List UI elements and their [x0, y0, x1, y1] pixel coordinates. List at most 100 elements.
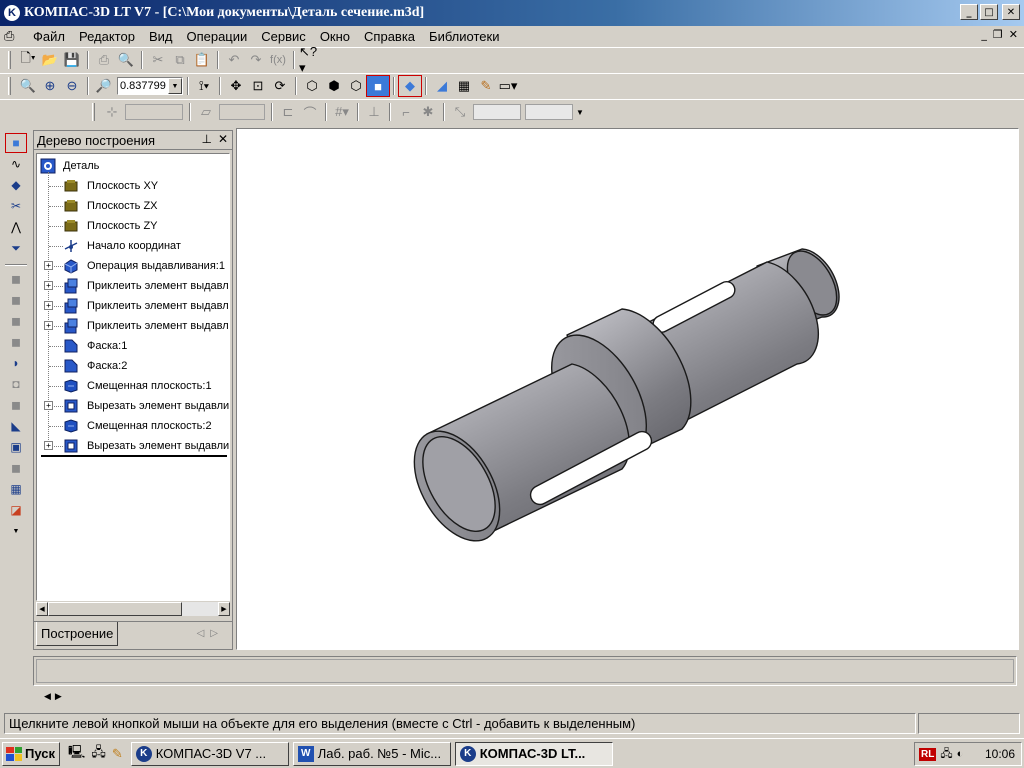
- open-folder-icon[interactable]: 📂: [39, 50, 61, 70]
- shaded-icon[interactable]: ■: [366, 75, 390, 97]
- tree-item[interactable]: + Приклеить элемент выдавл: [37, 276, 229, 296]
- zoom-in-icon[interactable]: ⊕: [39, 76, 61, 96]
- tree-item[interactable]: + Вырезать элемент выдавли: [37, 436, 229, 456]
- loft-tool-icon[interactable]: ◼: [6, 333, 26, 351]
- tree-item[interactable]: + Приклеить элемент выдавл: [37, 296, 229, 316]
- tree-item[interactable]: Смещенная плоскость:1: [37, 376, 229, 396]
- tab-build[interactable]: Построение: [36, 622, 118, 646]
- task-kompas-v7[interactable]: K КОМПАС-3D V7 ...: [130, 741, 289, 766]
- chevron-down-icon[interactable]: ▼: [575, 102, 585, 122]
- undo-icon[interactable]: ↶: [223, 50, 245, 70]
- task-word-doc[interactable]: W Лаб. раб. №5 - Mic...: [292, 741, 451, 766]
- hidden-thin-icon[interactable]: ⬡: [345, 76, 367, 96]
- zoom-scale-icon[interactable]: 🔎: [93, 76, 115, 96]
- coord-y-field[interactable]: [525, 104, 573, 120]
- menu-window[interactable]: Окно: [313, 29, 357, 44]
- fillet-tool-icon[interactable]: ◗: [6, 354, 26, 372]
- layer-icon[interactable]: ▱: [195, 102, 217, 122]
- expand-plus-icon[interactable]: +: [44, 321, 53, 330]
- language-indicator[interactable]: RL: [919, 747, 937, 761]
- properties-nav-arrows-icon[interactable]: ◀▶: [44, 691, 66, 702]
- rotate-icon[interactable]: ⟳: [269, 76, 291, 96]
- axis-icon[interactable]: ⊥: [363, 102, 385, 122]
- tree-item[interactable]: Плоскость ZX: [37, 196, 229, 216]
- snap-icon[interactable]: ⌒: [299, 102, 321, 122]
- layer-select[interactable]: [219, 104, 265, 120]
- network-icon[interactable]: 🖧: [91, 743, 106, 765]
- context-help-icon[interactable]: ↖?▾: [299, 44, 321, 75]
- expand-plus-icon[interactable]: +: [44, 401, 53, 410]
- expand-plus-icon[interactable]: +: [44, 261, 53, 270]
- print-preview-icon[interactable]: 🔍: [115, 50, 137, 70]
- tree-item[interactable]: Начало координат: [37, 236, 229, 256]
- menu-edit[interactable]: Редактор: [72, 29, 142, 44]
- scroll-left-icon[interactable]: ◀: [36, 602, 48, 616]
- shell-tool-icon[interactable]: ◣: [6, 417, 26, 435]
- zoom-out-icon[interactable]: ⊖: [61, 76, 83, 96]
- sweep-tool-icon[interactable]: ◼: [6, 312, 26, 330]
- ortho-icon[interactable]: ⊏: [277, 102, 299, 122]
- mdi-restore-icon[interactable]: ❐: [993, 28, 1003, 41]
- rib-tool-icon[interactable]: ◼: [6, 396, 26, 414]
- tab-scroll-arrows-icon[interactable]: ◁▷: [197, 628, 224, 639]
- cs-select[interactable]: [125, 104, 183, 120]
- model-view-icon[interactable]: ◢: [431, 76, 453, 96]
- tree-item[interactable]: + Вырезать элемент выдавли: [37, 396, 229, 416]
- tree-item[interactable]: Фаска:2: [37, 356, 229, 376]
- array-tool-icon[interactable]: ▦: [6, 480, 26, 498]
- coord-x-field[interactable]: [473, 104, 521, 120]
- measure-icon[interactable]: ⋀: [6, 218, 26, 236]
- document-icon[interactable]: ⎙: [4, 28, 20, 44]
- mdi-minimize-icon[interactable]: _: [981, 28, 987, 41]
- hole-tool-icon[interactable]: ◘: [6, 375, 26, 393]
- cut-icon[interactable]: ✂: [147, 50, 169, 70]
- menu-file[interactable]: Файл: [26, 29, 72, 44]
- desktop-icon[interactable]: 🖳: [68, 743, 85, 765]
- more-tools-icon[interactable]: ▼: [6, 522, 26, 540]
- fillet-icon[interactable]: ⌐: [395, 102, 417, 122]
- tree-view[interactable]: Деталь Плоскость XY Плоскость ZX Плоскость…: [36, 153, 230, 601]
- expand-plus-icon[interactable]: +: [44, 441, 53, 450]
- mdi-close-icon[interactable]: ✕: [1009, 28, 1018, 41]
- maximize-button[interactable]: □: [980, 4, 998, 20]
- wireframe-icon[interactable]: ⬡: [301, 76, 323, 96]
- lighting-icon[interactable]: ✎: [475, 76, 497, 96]
- print-icon[interactable]: ⎙: [93, 50, 115, 70]
- local-cs-icon[interactable]: ⊹: [101, 102, 123, 122]
- volume-icon[interactable]: ◐: [957, 748, 964, 760]
- pencil-icon[interactable]: ✎: [112, 746, 123, 762]
- filter-icon[interactable]: ⏷: [6, 239, 26, 257]
- minimize-button[interactable]: _: [960, 4, 978, 20]
- edit-part-icon[interactable]: ■: [5, 133, 27, 153]
- close-button[interactable]: ✕: [1002, 4, 1020, 20]
- coordinates-icon[interactable]: ⤡: [449, 102, 471, 122]
- show-all-icon[interactable]: ⊡: [247, 76, 269, 96]
- hidden-lines-icon[interactable]: ⬢: [323, 76, 345, 96]
- section-tool-icon[interactable]: ▣: [6, 438, 26, 456]
- menu-help[interactable]: Справка: [357, 29, 422, 44]
- network-tray-icon[interactable]: 🖧: [940, 745, 952, 764]
- tree-item[interactable]: Плоскость XY: [37, 176, 229, 196]
- perspective-icon[interactable]: ◆: [398, 75, 422, 97]
- new-file-icon[interactable]: 🗋▾: [17, 50, 39, 70]
- orientation-icon[interactable]: ⟟▾: [193, 76, 215, 96]
- scroll-thumb[interactable]: [48, 602, 182, 616]
- mirror-tool-icon[interactable]: ◪: [6, 501, 26, 519]
- tree-horizontal-scrollbar[interactable]: ◀ ▶: [36, 602, 230, 616]
- start-button[interactable]: Пуск: [2, 741, 60, 766]
- expand-plus-icon[interactable]: +: [44, 281, 53, 290]
- menu-libraries[interactable]: Библиотеки: [422, 29, 506, 44]
- chevron-down-icon[interactable]: ▼: [168, 78, 182, 94]
- grid-icon[interactable]: #▾: [331, 102, 353, 122]
- properties-icon[interactable]: ▦: [453, 76, 475, 96]
- paste-icon[interactable]: 📋: [191, 50, 213, 70]
- sketch-icon[interactable]: ✱: [417, 102, 439, 122]
- tree-close-icon[interactable]: ✕: [218, 132, 228, 146]
- curves-icon[interactable]: ∿: [6, 155, 26, 173]
- save-icon[interactable]: 💾: [61, 50, 83, 70]
- task-kompas-lt[interactable]: K КОМПАС-3D LT...: [454, 741, 613, 766]
- draft-tool-icon[interactable]: ◼: [6, 459, 26, 477]
- tree-item[interactable]: + Приклеить элемент выдавл: [37, 316, 229, 336]
- aux-geometry-icon[interactable]: ◆: [6, 176, 26, 194]
- display-settings-icon[interactable]: ▭▾: [497, 76, 519, 96]
